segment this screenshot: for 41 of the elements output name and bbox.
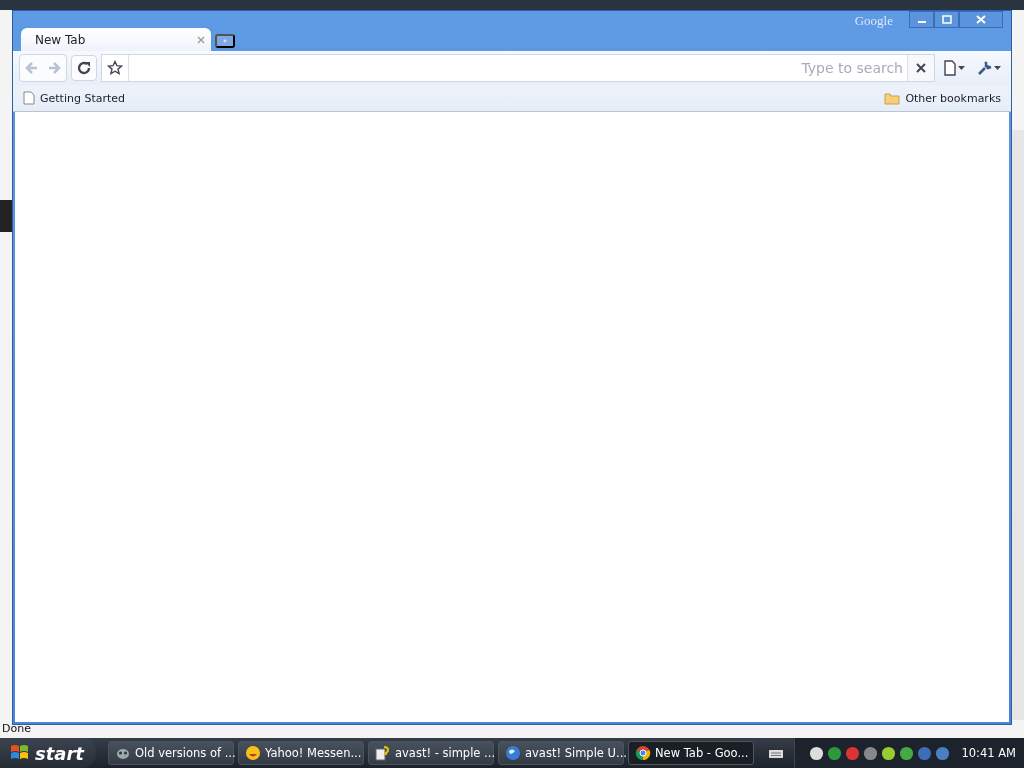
page-icon: [23, 91, 35, 105]
status-text: Done: [2, 722, 31, 735]
reload-icon: [76, 60, 92, 76]
close-icon: [976, 15, 986, 24]
reload-button[interactable]: [71, 55, 97, 81]
close-button[interactable]: [959, 11, 1003, 28]
caret-icon: [994, 66, 1001, 70]
tray-icon[interactable]: [809, 745, 825, 761]
wrench-icon: [977, 60, 993, 76]
taskbar-button[interactable]: New Tab - Goo...: [628, 741, 754, 765]
star-icon[interactable]: [107, 60, 123, 76]
taskbar-button[interactable]: Old versions of ...: [108, 741, 234, 765]
document-question-icon: [375, 745, 391, 761]
bookmark-item[interactable]: Getting Started: [21, 91, 128, 105]
maximize-icon: [941, 15, 952, 24]
minimize-button[interactable]: [909, 11, 934, 28]
other-bookmarks-button[interactable]: Other bookmarks: [882, 91, 1003, 105]
maximize-button[interactable]: [934, 11, 959, 28]
background-panel: [0, 200, 12, 232]
close-icon: [915, 62, 927, 74]
windows-logo-icon: [10, 744, 30, 762]
page-icon: [943, 60, 957, 76]
caret-icon: [958, 66, 965, 70]
clear-button[interactable]: [907, 54, 935, 82]
keyboard-icon[interactable]: [768, 747, 784, 759]
taskbar-button[interactable]: Yahoo! Messen...: [238, 741, 364, 765]
tray-icon[interactable]: [899, 745, 915, 761]
start-button[interactable]: start: [0, 738, 96, 768]
clock: 10:41 AM: [961, 746, 1016, 760]
new-tab-button[interactable]: [215, 34, 235, 48]
brand-text: Google: [854, 13, 893, 29]
smiley-icon: [245, 745, 261, 761]
taskbar-button[interactable]: avast! - simple ...: [368, 741, 494, 765]
taskbar-button[interactable]: avast! Simple U...: [498, 741, 624, 765]
close-icon[interactable]: [197, 35, 205, 44]
folder-icon: [884, 91, 901, 105]
address-field[interactable]: Type to search: [129, 54, 907, 82]
browser-tab[interactable]: New Tab: [21, 28, 211, 51]
globe-icon: [505, 745, 521, 761]
chrome-logo-icon: [635, 745, 651, 761]
tray-icon[interactable]: [881, 745, 897, 761]
